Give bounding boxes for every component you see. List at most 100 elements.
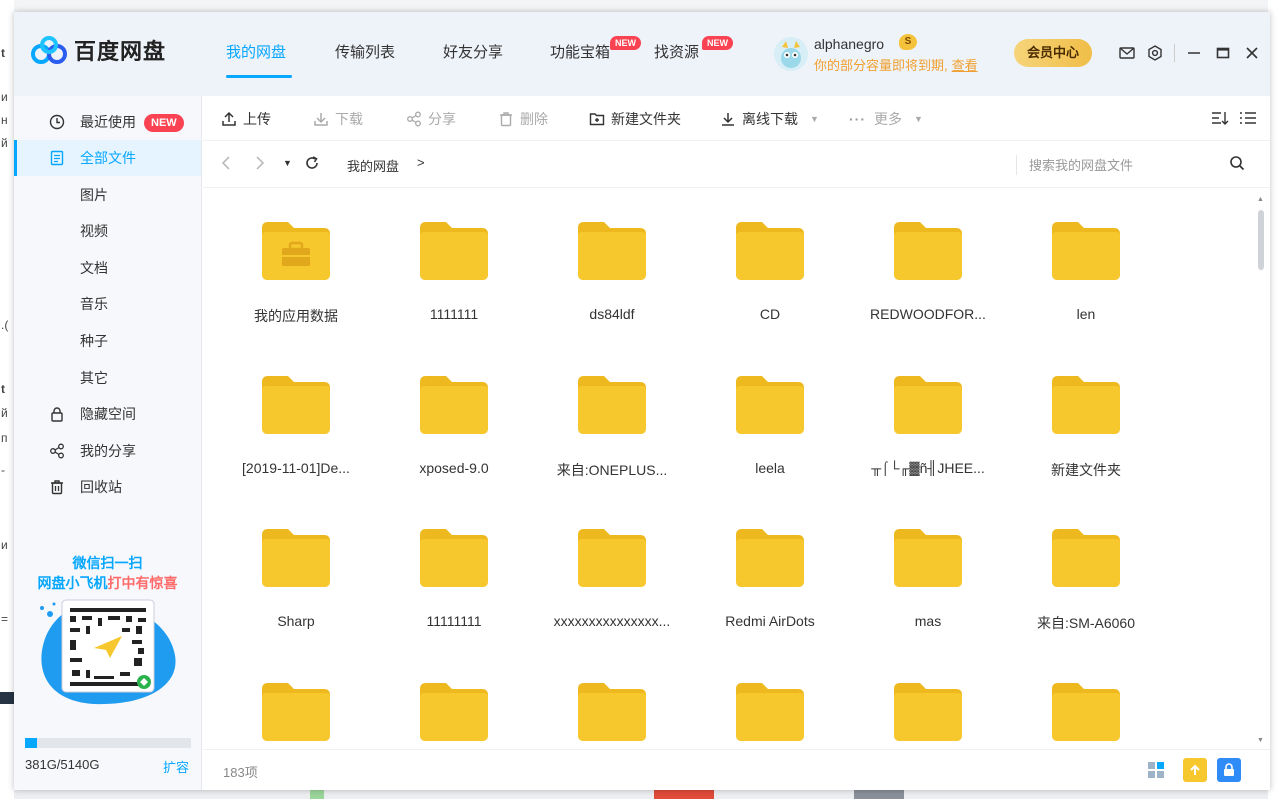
- scroll-down-icon[interactable]: ▼: [1257, 737, 1264, 744]
- folder-name: len: [1076, 306, 1096, 322]
- minimize-icon[interactable]: [1184, 43, 1204, 63]
- folder-item[interactable]: mas: [853, 496, 1003, 636]
- folder-item[interactable]: [537, 650, 687, 750]
- trash-icon: [48, 478, 66, 496]
- divider: [1016, 155, 1017, 175]
- promo-subtitle: 网盘小飞机打中有惊喜: [37, 575, 178, 591]
- sidebar-item-label: 全部文件: [80, 150, 136, 166]
- tab-feature-box[interactable]: 功能宝箱: [550, 41, 610, 62]
- folder-item[interactable]: [1011, 650, 1161, 750]
- toolbar: 上传 下载 分享 删除 新建文件夹 离线下载 ▼ ··· 更多 ▼: [203, 96, 1270, 141]
- sidebar-item-all-files[interactable]: 全部文件: [14, 140, 201, 176]
- folder-item[interactable]: 来自:ONEPLUS...: [537, 343, 687, 483]
- close-icon[interactable]: [1242, 43, 1262, 63]
- download-button[interactable]: 下载: [313, 109, 363, 129]
- folder-name: 来自:SM-A6060: [1036, 615, 1136, 631]
- avatar[interactable]: [774, 37, 808, 71]
- folder-item[interactable]: [221, 650, 371, 750]
- sidebar-item-images[interactable]: 图片: [14, 177, 201, 213]
- upload-button[interactable]: 上传: [221, 109, 271, 129]
- delete-button[interactable]: 删除: [498, 109, 548, 129]
- folder-item[interactable]: Redmi AirDots: [695, 496, 845, 636]
- sort-icon[interactable]: [1211, 110, 1235, 126]
- sidebar-item-videos[interactable]: 视频: [14, 213, 201, 249]
- folder-icon: [736, 682, 804, 744]
- forward-icon[interactable]: [255, 155, 265, 174]
- sidebar-item-recent[interactable]: 最近使用 NEW: [14, 104, 201, 140]
- upload-folder-icon[interactable]: [1183, 758, 1207, 782]
- sidebar-item-recycle-bin[interactable]: 回收站: [14, 469, 201, 505]
- title-bar: 百度网盘 我的网盘 传输列表 好友分享 功能宝箱 NEW 找资源 NEW alp…: [14, 12, 1270, 96]
- folder-item[interactable]: ╥⌠└╓▓ñ╢JHEE...: [853, 343, 1003, 483]
- tab-transfer-list[interactable]: 传输列表: [335, 41, 395, 62]
- folder-item[interactable]: xposed-9.0: [379, 343, 529, 483]
- vip-center-button[interactable]: 会员中心: [1014, 39, 1092, 67]
- folder-icon: [1052, 375, 1120, 437]
- lock-icon[interactable]: [1217, 758, 1241, 782]
- folder-icon: [736, 529, 804, 590]
- folder-item[interactable]: xxxxxxxxxxxxxxx...: [537, 496, 687, 636]
- share-button[interactable]: 分享: [406, 109, 456, 129]
- sidebar-item-hidden-space[interactable]: 隐藏空间: [14, 396, 201, 432]
- mail-icon[interactable]: [1117, 43, 1137, 63]
- tab-find-resources[interactable]: 找资源: [654, 41, 699, 62]
- folder-item[interactable]: 新建文件夹: [1011, 343, 1161, 483]
- breadcrumb-separator: >: [417, 155, 425, 170]
- folder-item[interactable]: REDWOODFOR...: [853, 189, 1003, 329]
- more-button[interactable]: ··· 更多 ▼: [849, 109, 923, 129]
- folder-item[interactable]: 我的应用数据: [221, 189, 371, 329]
- folder-icon: [894, 529, 962, 590]
- folder-item[interactable]: Sharp: [221, 496, 371, 636]
- divider: [1174, 44, 1175, 62]
- refresh-icon[interactable]: [304, 155, 320, 174]
- folder-item[interactable]: [379, 650, 529, 750]
- scroll-thumb[interactable]: [1258, 210, 1264, 270]
- status-bar: 183项: [203, 749, 1270, 790]
- folder-item[interactable]: ds84ldf: [537, 189, 687, 329]
- folder-item[interactable]: [853, 650, 1003, 750]
- back-icon[interactable]: [221, 155, 231, 174]
- folder-item[interactable]: 来自:SM-A6060: [1011, 496, 1161, 636]
- coin-badge-icon: S: [899, 34, 917, 50]
- search-icon[interactable]: [1229, 155, 1245, 174]
- sidebar-item-documents[interactable]: 文档: [14, 250, 201, 286]
- scrollbar[interactable]: ▲ ▼: [1256, 196, 1266, 744]
- folder-item[interactable]: len: [1011, 189, 1161, 329]
- new-folder-icon: [589, 113, 605, 126]
- settings-icon[interactable]: [1145, 43, 1165, 63]
- folder-icon: [420, 682, 488, 744]
- folder-name: ╥⌠└╓▓ñ╢JHEE...: [871, 459, 985, 476]
- folder-item[interactable]: [2019-11-01]De...: [221, 343, 371, 483]
- maximize-icon[interactable]: [1213, 43, 1233, 63]
- folder-item[interactable]: [695, 650, 845, 750]
- sidebar-item-label: 隐藏空间: [80, 406, 136, 422]
- sidebar-item-music[interactable]: 音乐: [14, 286, 201, 322]
- tab-friend-share[interactable]: 好友分享: [443, 41, 503, 62]
- sidebar-item-torrents[interactable]: 种子: [14, 323, 201, 359]
- new-folder-button[interactable]: 新建文件夹: [589, 109, 681, 129]
- folder-icon: [736, 375, 804, 437]
- grid-view-icon[interactable]: [1144, 758, 1168, 782]
- sidebar-item-my-shares[interactable]: 我的分享: [14, 433, 201, 469]
- chevron-down-icon: ▼: [914, 114, 923, 124]
- breadcrumb[interactable]: 我的网盘: [347, 156, 399, 175]
- folder-item[interactable]: CD: [695, 189, 845, 329]
- username[interactable]: alphanegro: [814, 36, 884, 52]
- sidebar-item-other[interactable]: 其它: [14, 360, 201, 396]
- scroll-up-icon[interactable]: ▲: [1257, 196, 1264, 203]
- view-quota-link[interactable]: 查看: [952, 58, 978, 73]
- qr-code-promo[interactable]: [34, 596, 184, 706]
- sidebar-item-label: 最近使用: [80, 114, 136, 130]
- folder-item[interactable]: 11111111: [379, 496, 529, 636]
- sidebar-item-label: 种子: [80, 333, 108, 349]
- history-dropdown-icon[interactable]: ▼: [283, 158, 292, 168]
- folder-item[interactable]: 1111111: [379, 189, 529, 329]
- chevron-down-icon[interactable]: ▼: [810, 114, 819, 124]
- search-input[interactable]: [1029, 152, 1219, 178]
- list-view-icon[interactable]: [1239, 110, 1263, 126]
- offline-download-button[interactable]: 离线下载 ▼: [720, 109, 819, 129]
- lock-icon: [48, 405, 66, 423]
- expand-storage-link[interactable]: 扩容: [163, 757, 189, 776]
- folder-item[interactable]: leela: [695, 343, 845, 483]
- tab-my-netdisk[interactable]: 我的网盘: [226, 41, 286, 62]
